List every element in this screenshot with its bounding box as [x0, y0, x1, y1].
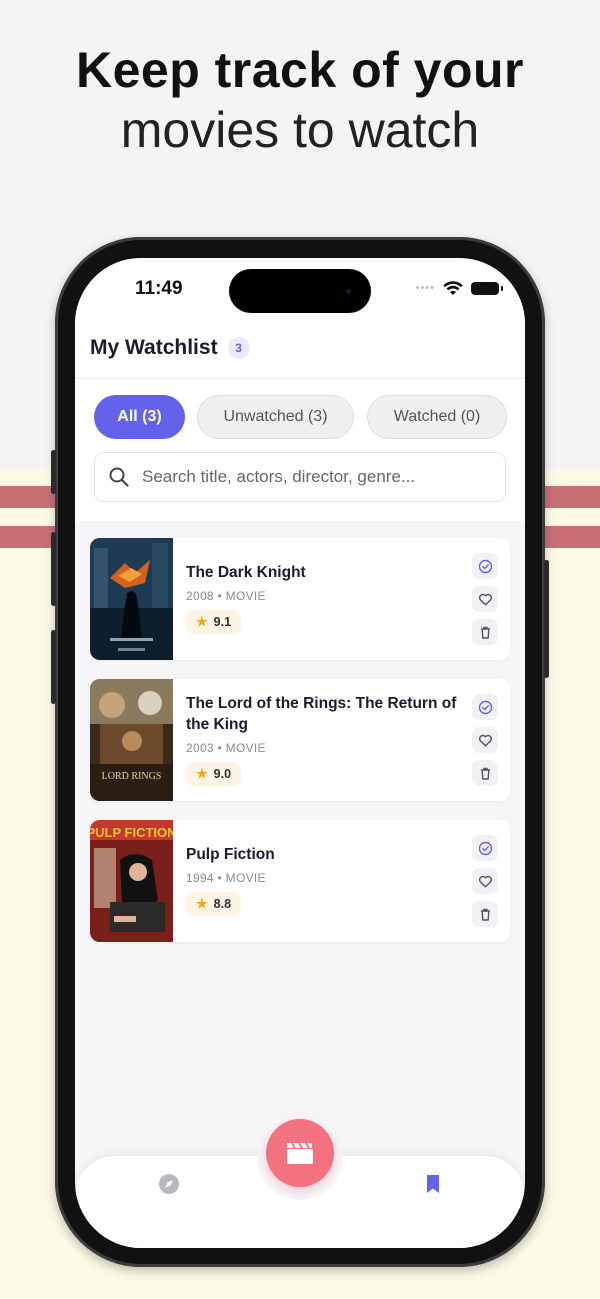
headline-line-2: movies to watch	[120, 102, 480, 158]
movie-meta: 1994 • MOVIE	[186, 871, 266, 885]
trash-icon	[480, 767, 490, 780]
poster-return-of-the-king: LORD RINGS	[90, 679, 173, 801]
wifi-icon	[443, 280, 463, 295]
compass-icon[interactable]	[157, 1172, 181, 1196]
poster-text: PULP FICTION	[90, 825, 173, 840]
status-icons: ••••	[415, 280, 503, 296]
delete-button[interactable]	[472, 760, 498, 786]
card-body: The Dark Knight 2008 • MOVIE ★ 9.1	[186, 562, 461, 634]
search-icon	[109, 467, 129, 487]
rating-value: 9.1	[213, 615, 232, 629]
star-icon: ★	[196, 614, 208, 629]
heart-icon	[478, 734, 492, 746]
check-circle-icon	[478, 559, 492, 573]
star-icon: ★	[196, 766, 208, 781]
favorite-button[interactable]	[472, 868, 498, 894]
card-body: The Lord of the Rings: The Return of the…	[186, 693, 461, 786]
status-time: 11:49	[135, 278, 183, 299]
tab-watched[interactable]: Watched (0)	[367, 395, 507, 439]
delete-button[interactable]	[472, 901, 498, 927]
title-row: My Watchlist 3	[90, 336, 250, 360]
movie-meta: 2008 • MOVIE	[186, 589, 266, 603]
heart-icon	[478, 593, 492, 605]
mark-watched-button[interactable]	[472, 553, 498, 579]
search-placeholder: Search title, actors, director, genre...	[142, 467, 416, 486]
movie-meta: 2003 • MOVIE	[186, 741, 266, 755]
bookmark-icon[interactable]	[421, 1172, 445, 1196]
movie-title: Pulp Fiction	[186, 846, 275, 863]
rating-badge: ★ 8.8	[186, 892, 242, 916]
movie-card[interactable]: The Dark Knight 2008 • MOVIE ★ 9.1	[90, 538, 510, 660]
phone-button	[51, 630, 56, 704]
tab-unwatched[interactable]: Unwatched (3)	[197, 395, 354, 439]
promo-headline: Keep track of your movies to watch	[0, 40, 600, 160]
delete-button[interactable]	[472, 619, 498, 645]
star-icon: ★	[196, 896, 208, 911]
phone-button	[51, 532, 56, 606]
add-movie-button[interactable]	[266, 1119, 334, 1187]
poster-text: LORD RINGS	[102, 771, 162, 782]
card-body: Pulp Fiction 1994 • MOVIE ★ 8.8	[186, 844, 461, 916]
clapperboard-icon	[287, 1142, 313, 1164]
heart-icon	[478, 875, 492, 887]
poster-dark-knight	[90, 538, 173, 660]
rating-value: 9.0	[213, 767, 232, 781]
signal-icon: ••••	[415, 282, 435, 294]
phone-button	[544, 560, 549, 678]
check-circle-icon	[478, 700, 492, 714]
favorite-button[interactable]	[472, 727, 498, 753]
check-circle-icon	[478, 841, 492, 855]
page-title: My Watchlist	[90, 336, 218, 359]
rating-badge: ★ 9.0	[186, 762, 242, 786]
phone-button	[51, 450, 56, 494]
trash-icon	[480, 626, 490, 639]
movie-title: The Lord of the Rings: The Return of the…	[186, 695, 457, 733]
app-screen: 11:49 •••• My Watchlist 3 All (3) Unwatc…	[75, 258, 525, 1248]
battery-icon	[471, 281, 503, 295]
search-input[interactable]: Search title, actors, director, genre...	[94, 452, 506, 502]
poster-pulp-fiction: PULP FICTION	[90, 820, 173, 942]
movie-card[interactable]: PULP FICTION Pulp Fiction 1994 • MOVIE ★…	[90, 820, 510, 942]
movie-title: The Dark Knight	[186, 564, 306, 581]
divider	[75, 378, 525, 379]
trash-icon	[480, 908, 490, 921]
rating-value: 8.8	[213, 897, 232, 911]
mark-watched-button[interactable]	[472, 694, 498, 720]
movie-card[interactable]: LORD RINGS The Lord of the Rings: The Re…	[90, 679, 510, 801]
headline-line-1: Keep track of your	[75, 42, 524, 98]
count-badge: 3	[227, 337, 250, 359]
mark-watched-button[interactable]	[472, 835, 498, 861]
tab-all[interactable]: All (3)	[94, 395, 185, 439]
rating-badge: ★ 9.1	[186, 610, 242, 634]
favorite-button[interactable]	[472, 586, 498, 612]
dynamic-island	[229, 269, 371, 313]
